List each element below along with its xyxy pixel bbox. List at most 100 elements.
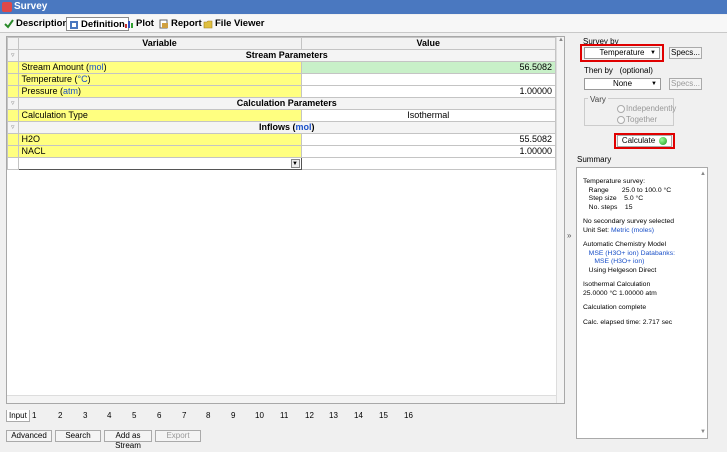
bottom-tab-input[interactable]: Input bbox=[6, 410, 30, 422]
row-header[interactable] bbox=[7, 157, 19, 170]
row-h2o: H2O 55.5082 bbox=[7, 133, 557, 146]
chevron-down-icon: ▼ bbox=[651, 81, 657, 87]
unit-link[interactable]: °C bbox=[78, 74, 88, 84]
bottom-tab-2[interactable]: 2 bbox=[58, 410, 62, 422]
unit-link[interactable]: mol bbox=[89, 62, 104, 72]
bottom-tab-16[interactable]: 16 bbox=[404, 410, 413, 422]
add-as-stream-button[interactable]: Add as Stream bbox=[104, 430, 152, 450]
advanced-button[interactable]: Advanced bbox=[6, 430, 52, 442]
pressure-value[interactable]: 1.00000 bbox=[300, 85, 557, 98]
grid-vertical-scrollbar[interactable]: ▲ bbox=[556, 37, 564, 403]
row-new-inflow: ▼ bbox=[7, 157, 557, 170]
bottom-tab-7[interactable]: 7 bbox=[182, 410, 186, 422]
independently-radio[interactable]: Independently bbox=[617, 104, 676, 113]
row-header[interactable] bbox=[7, 73, 19, 86]
variable-column-header[interactable]: Variable bbox=[17, 37, 302, 50]
bottom-tab-11[interactable]: 11 bbox=[280, 410, 288, 422]
new-inflow-dropdown[interactable]: ▼ bbox=[17, 157, 302, 170]
bottom-tab-9[interactable]: 9 bbox=[231, 410, 235, 422]
value-column-header[interactable]: Value bbox=[300, 37, 557, 50]
scroll-up-icon[interactable]: ▲ bbox=[557, 37, 565, 45]
expand-collapse-icon[interactable]: » bbox=[567, 231, 571, 240]
h2o-value[interactable]: 55.5082 bbox=[300, 133, 557, 146]
chevron-down-icon[interactable]: ▼ bbox=[290, 159, 300, 168]
unit-link[interactable]: mol bbox=[296, 122, 312, 132]
row-nacl: NACL 1.00000 bbox=[7, 145, 557, 158]
tab-report-label: Report bbox=[171, 18, 202, 29]
section-title: Calculation Parameters bbox=[17, 97, 557, 110]
bottom-tab-4[interactable]: 4 bbox=[107, 410, 111, 422]
summary-line: Calc. elapsed time: 2.717 sec bbox=[583, 318, 673, 326]
window-titlebar: Survey bbox=[0, 0, 727, 14]
bottom-tab-12[interactable]: 12 bbox=[305, 410, 314, 422]
scroll-down-icon[interactable]: ▼ bbox=[699, 428, 707, 437]
collapse-caret-icon[interactable]: ▿ bbox=[7, 121, 19, 134]
then-by-select[interactable]: None ▼ bbox=[584, 78, 661, 90]
report-icon bbox=[159, 19, 168, 29]
summary-line: Temperature survey: bbox=[583, 178, 645, 185]
summary-line: Range 25.0 to 100.0 °C bbox=[583, 186, 672, 194]
row-header[interactable] bbox=[7, 145, 19, 158]
unit-set-link[interactable]: Metric (moles) bbox=[611, 227, 654, 234]
databank-link[interactable]: MSE (H3O+ ion) bbox=[583, 258, 701, 267]
together-radio[interactable]: Together bbox=[617, 115, 657, 124]
bottom-tab-8[interactable]: 8 bbox=[206, 410, 210, 422]
grid-horizontal-scrollbar[interactable] bbox=[7, 395, 556, 403]
bottom-tab-1[interactable]: 1 bbox=[32, 410, 36, 422]
row-header[interactable] bbox=[7, 133, 19, 146]
bottom-tab-14[interactable]: 14 bbox=[354, 410, 363, 422]
databank-link[interactable]: MSE (H3O+ ion) Databanks: bbox=[583, 250, 701, 259]
panel-splitter[interactable]: » bbox=[567, 36, 573, 440]
row-temperature: Temperature (°C) bbox=[7, 73, 557, 86]
calculate-button[interactable]: Calculate bbox=[617, 135, 672, 147]
tab-report[interactable]: Report bbox=[157, 17, 202, 31]
tab-definition-label: Definition bbox=[81, 19, 125, 30]
survey-by-select[interactable]: Temperature ▼ bbox=[584, 47, 660, 59]
tab-file-viewer[interactable]: File Viewer bbox=[201, 17, 264, 31]
collapse-caret-icon[interactable]: ▿ bbox=[7, 49, 19, 62]
bottom-tab-10[interactable]: 10 bbox=[255, 410, 264, 422]
summary-panel: Temperature survey: Range 25.0 to 100.0 … bbox=[576, 167, 708, 439]
row-header[interactable] bbox=[7, 85, 19, 98]
new-inflow-value[interactable] bbox=[300, 157, 557, 170]
tab-plot[interactable]: Plot bbox=[122, 17, 154, 31]
then-by-specs-button[interactable]: Specs... bbox=[669, 78, 702, 90]
row-header[interactable] bbox=[7, 109, 19, 122]
summary-label: Summary bbox=[577, 155, 612, 164]
grid-corner[interactable] bbox=[7, 37, 19, 50]
tab-description[interactable]: Description bbox=[2, 17, 68, 31]
summary-scrollbar[interactable]: ▲ ▼ bbox=[699, 168, 707, 438]
calculation-type-value[interactable]: Isothermal bbox=[300, 109, 557, 122]
scroll-up-icon[interactable]: ▲ bbox=[699, 170, 707, 179]
stream-amount-value[interactable]: 56.5082 bbox=[300, 61, 557, 74]
status-led-icon bbox=[659, 136, 668, 145]
row-header[interactable] bbox=[7, 61, 19, 74]
folder-icon bbox=[203, 20, 213, 29]
bottom-tab-3[interactable]: 3 bbox=[83, 410, 87, 422]
nacl-value[interactable]: 1.00000 bbox=[300, 145, 557, 158]
bottom-tab-15[interactable]: 15 bbox=[379, 410, 388, 422]
bottom-tab-5[interactable]: 5 bbox=[132, 410, 136, 422]
collapse-caret-icon[interactable]: ▿ bbox=[7, 97, 19, 110]
temperature-value[interactable] bbox=[300, 73, 557, 86]
bottom-tab-13[interactable]: 13 bbox=[329, 410, 338, 422]
window-title: Survey bbox=[14, 1, 48, 12]
app-icon bbox=[2, 2, 12, 12]
then-by-value: None bbox=[612, 79, 633, 88]
tab-definition[interactable]: Definition bbox=[66, 17, 129, 31]
definition-icon bbox=[70, 21, 78, 29]
survey-by-value: Temperature bbox=[599, 48, 645, 57]
search-button[interactable]: Search bbox=[55, 430, 101, 442]
summary-line: Calculation complete bbox=[583, 304, 647, 311]
bottom-tab-6[interactable]: 6 bbox=[157, 410, 161, 422]
row-calculation-type: Calculation Type Isothermal bbox=[7, 109, 557, 122]
unit-link[interactable]: atm bbox=[63, 86, 78, 96]
section-stream-parameters: ▿ Stream Parameters bbox=[7, 49, 557, 62]
summary-line: Unit Set: Metric (moles) bbox=[583, 226, 655, 234]
survey-specs-button[interactable]: Specs... bbox=[669, 47, 702, 59]
export-button[interactable]: Export bbox=[155, 430, 201, 442]
check-icon bbox=[4, 19, 14, 29]
temperature-label: Temperature (°C) bbox=[17, 73, 302, 86]
pressure-label: Pressure (atm) bbox=[17, 85, 302, 98]
section-title: Inflows (mol) bbox=[17, 121, 557, 134]
